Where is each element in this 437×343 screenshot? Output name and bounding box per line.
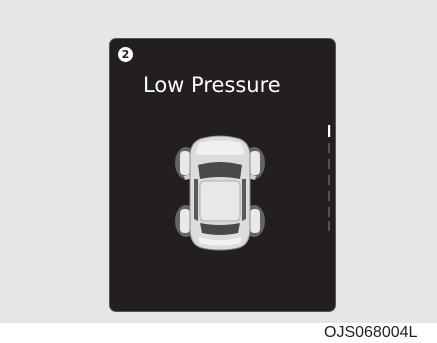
figure-code: OJS068004L: [324, 324, 418, 341]
step-number-badge: 2: [118, 47, 133, 62]
cluster-display: 2 Low Pressure: [109, 38, 336, 312]
page-scroll-indicator: [328, 125, 331, 231]
car-top-view-tire-icon: [175, 135, 265, 251]
display-title: Low Pressure: [143, 73, 281, 97]
illustration-frame: 2 Low Pressure: [0, 0, 437, 323]
